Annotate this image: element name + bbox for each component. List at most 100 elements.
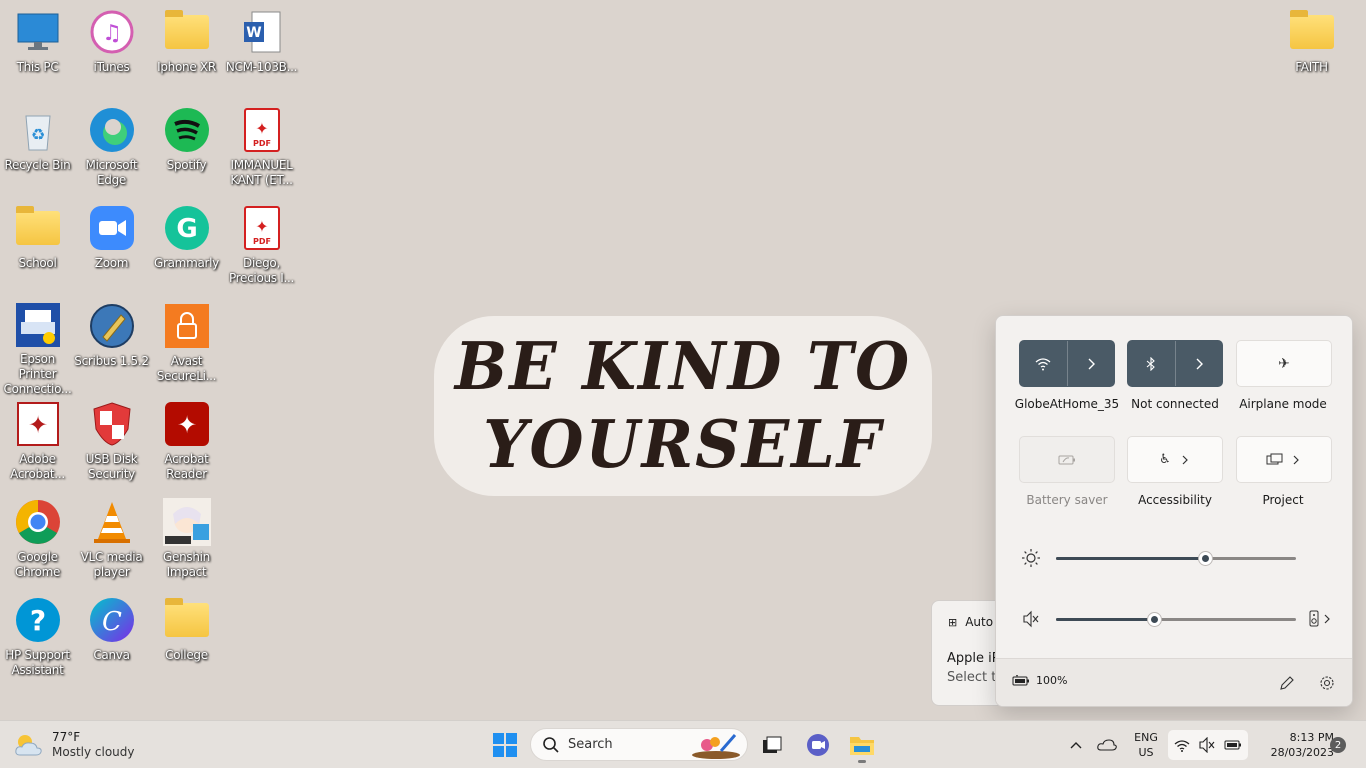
canva-icon[interactable]: C Canva bbox=[74, 588, 149, 680]
bluetooth-chevron-right-icon[interactable] bbox=[1174, 341, 1222, 386]
audio-output-icon[interactable] bbox=[1308, 610, 1320, 628]
svg-text:♫: ♫ bbox=[102, 21, 122, 46]
iphone-xr-folder[interactable]: Iphone XR bbox=[149, 0, 224, 92]
school-folder[interactable]: School bbox=[0, 196, 75, 288]
quick-settings-footer: 100% bbox=[996, 658, 1352, 706]
settings-gear-icon[interactable] bbox=[1319, 675, 1335, 691]
scribus-icon[interactable]: Scribus 1.5.2 bbox=[74, 294, 149, 386]
pdf-diego-icon[interactable]: ✦ PDF Diego, Precious I... bbox=[224, 196, 299, 288]
weather-widget[interactable]: 77°F Mostly cloudy bbox=[12, 727, 135, 763]
hp-support-icon[interactable]: ? HP Support Assistant bbox=[0, 588, 75, 680]
show-hidden-icons-button[interactable] bbox=[1066, 735, 1086, 755]
avast-icon[interactable]: Avast SecureLi... bbox=[149, 294, 224, 386]
cloudy-weather-icon bbox=[15, 735, 42, 756]
brightness-slider[interactable] bbox=[1056, 552, 1296, 565]
wallpaper-line-2: YOURSELF bbox=[483, 406, 883, 483]
region-code: US bbox=[1138, 746, 1154, 759]
pdf-icon: ✦ PDF bbox=[238, 204, 286, 252]
notification-line-1: Apple iP bbox=[947, 651, 1000, 666]
language-code: ENG bbox=[1134, 731, 1158, 744]
teams-chat-button[interactable] bbox=[805, 732, 831, 758]
start-button[interactable] bbox=[492, 732, 518, 758]
wifi-icon[interactable] bbox=[1020, 341, 1067, 386]
task-view-button[interactable] bbox=[760, 733, 784, 757]
acrobat-reader-icon[interactable]: ✦ Acrobat Reader bbox=[149, 392, 224, 484]
battery-status[interactable]: 100% bbox=[1012, 674, 1067, 687]
airplane-mode-toggle[interactable]: ✈ bbox=[1236, 340, 1332, 387]
running-indicator bbox=[858, 760, 866, 763]
spotify-logo-icon bbox=[163, 106, 211, 154]
edge-icon[interactable]: Microsoft Edge bbox=[74, 98, 149, 190]
faith-folder[interactable]: FAITH bbox=[1274, 0, 1349, 92]
chevron-up-icon bbox=[1070, 742, 1082, 749]
svg-text:♻: ♻ bbox=[30, 125, 44, 144]
vlc-icon[interactable]: VLC media player bbox=[74, 490, 149, 582]
canva-logo-icon: C bbox=[88, 596, 136, 644]
clock-button[interactable]: 8:13 PM 28/03/2023 bbox=[1262, 729, 1334, 761]
game-character-icon bbox=[162, 498, 211, 546]
svg-text:✦: ✦ bbox=[255, 217, 268, 236]
task-view-icon bbox=[763, 736, 782, 753]
traffic-cone-icon bbox=[88, 498, 136, 546]
wifi-chevron-right-icon[interactable] bbox=[1066, 341, 1114, 386]
bluetooth-toggle[interactable] bbox=[1127, 340, 1223, 387]
recycle-bin-icon[interactable]: ♻ Recycle Bin bbox=[0, 98, 75, 190]
spotify-icon[interactable]: Spotify bbox=[149, 98, 224, 190]
project-chevron-right-icon bbox=[1293, 455, 1299, 464]
battery-saver-toggle[interactable] bbox=[1019, 436, 1115, 483]
onedrive-button[interactable] bbox=[1096, 735, 1118, 755]
svg-text:?: ? bbox=[29, 604, 45, 637]
battery-percentage: 100% bbox=[1036, 674, 1068, 687]
brightness-slider-row bbox=[1016, 548, 1336, 568]
accessibility-toggle[interactable]: ♿ bbox=[1127, 436, 1223, 483]
edit-pencil-icon[interactable] bbox=[1279, 675, 1295, 691]
volume-thumb[interactable] bbox=[1148, 613, 1162, 626]
folder-icon bbox=[163, 596, 211, 644]
svg-text:G: G bbox=[176, 214, 197, 244]
word-document-icon[interactable]: W NCM-103B... bbox=[224, 0, 299, 92]
input-language-button[interactable]: ENG US bbox=[1128, 729, 1164, 761]
computer-icon bbox=[14, 8, 62, 56]
svg-text:✦: ✦ bbox=[255, 119, 268, 138]
grammarly-icon[interactable]: G Grammarly bbox=[149, 196, 224, 288]
grammarly-logo-icon: G bbox=[163, 204, 211, 252]
system-status-button[interactable] bbox=[1168, 730, 1248, 760]
bluetooth-icon[interactable] bbox=[1128, 341, 1175, 386]
brightness-thumb[interactable] bbox=[1198, 552, 1212, 565]
pdf-kant-icon[interactable]: ✦ PDF IMMANUEL KANT (ET... bbox=[224, 98, 299, 190]
acrobat-icon: ✦ bbox=[14, 400, 62, 448]
wifi-toggle[interactable] bbox=[1019, 340, 1115, 387]
this-pc-icon[interactable]: This PC bbox=[0, 0, 75, 92]
battery-leaf-icon bbox=[1058, 455, 1075, 464]
brightness-fill bbox=[1056, 557, 1205, 560]
airplane-mode-label: Airplane mode bbox=[1239, 397, 1327, 411]
chrome-icon[interactable]: Google Chrome bbox=[0, 490, 75, 582]
speaker-muted-icon[interactable] bbox=[1021, 609, 1041, 629]
battery-charging-icon bbox=[1012, 674, 1029, 685]
search-highlight-illustration-icon bbox=[692, 734, 740, 759]
genshin-impact-icon[interactable]: Genshin Impact bbox=[149, 490, 224, 582]
brightness-sun-icon bbox=[1022, 549, 1040, 567]
college-folder[interactable]: College bbox=[149, 588, 224, 680]
autoplay-icon: ⊞ bbox=[948, 615, 958, 629]
volume-slider[interactable] bbox=[1056, 613, 1296, 626]
project-toggle[interactable] bbox=[1236, 436, 1332, 483]
zoom-icon[interactable]: Zoom bbox=[74, 196, 149, 288]
wifi-icon bbox=[1174, 739, 1190, 752]
audio-output-chevron-right-icon[interactable] bbox=[1322, 613, 1332, 625]
epson-icon[interactable]: Epson Printer Connectio... bbox=[0, 294, 75, 396]
accessibility-icon: ♿ bbox=[1159, 452, 1171, 467]
accessibility-label: Accessibility bbox=[1138, 493, 1212, 507]
itunes-icon[interactable]: ♫ iTunes bbox=[74, 0, 149, 92]
usb-disk-security-icon[interactable]: USB Disk Security bbox=[74, 392, 149, 484]
wallpaper-quote: BE KIND TO YOURSELF bbox=[434, 316, 932, 496]
battery-charging-icon bbox=[1224, 740, 1241, 750]
chat-icon bbox=[807, 734, 829, 756]
taskbar-search-box[interactable]: Search bbox=[530, 728, 748, 761]
file-explorer-button[interactable] bbox=[849, 731, 875, 763]
word-icon: W bbox=[238, 8, 286, 56]
question-mark-icon: ? bbox=[14, 596, 62, 644]
clock-time: 8:13 PM bbox=[1289, 731, 1334, 744]
adobe-acrobat-icon[interactable]: ✦ Adobe Acrobat... bbox=[0, 392, 75, 484]
notification-count-badge[interactable]: 2 bbox=[1330, 737, 1346, 753]
